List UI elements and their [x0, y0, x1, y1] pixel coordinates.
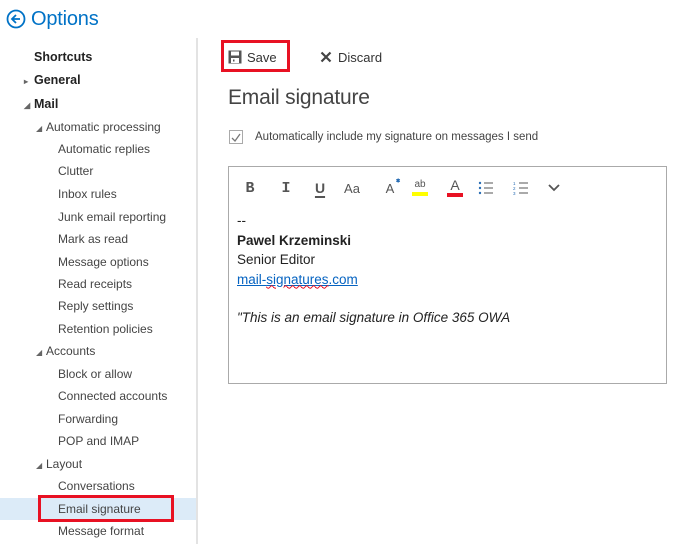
expanded-triangle-icon[interactable]: ◢ — [36, 118, 46, 140]
signature-separator: -- — [237, 213, 246, 228]
sidebar-item-label: Connected accounts — [58, 389, 168, 403]
signature-role: Senior Editor — [237, 252, 316, 267]
expanded-triangle-icon[interactable]: ◢ — [36, 342, 46, 364]
font-color-button[interactable]: A — [442, 175, 468, 201]
sidebar-item-label: Clutter — [58, 164, 94, 178]
sidebar-item-accounts[interactable]: ◢ Accounts — [0, 340, 196, 362]
sidebar-item-automatic-replies[interactable]: Automatic replies — [0, 138, 196, 160]
sidebar-item-shortcuts[interactable]: Shortcuts — [0, 46, 196, 68]
sidebar-scrollbar[interactable] — [196, 38, 198, 544]
highlight-color-bar — [412, 192, 428, 196]
sidebar-item-label: Junk email reporting — [58, 210, 167, 224]
sidebar-item-label: Shortcuts — [34, 50, 93, 64]
font-size-button[interactable]: Aa — [339, 175, 365, 201]
sidebar-item-mail[interactable]: ◢ Mail — [0, 93, 196, 115]
underline-icon: U — [314, 180, 326, 196]
checkmark-icon — [231, 133, 241, 142]
svg-text:3: 3 — [513, 191, 516, 195]
sidebar-item-label: Conversations — [58, 479, 135, 493]
sidebar-item-retention-policies[interactable]: Retention policies — [0, 318, 196, 340]
selected-item-highlight-box — [38, 495, 174, 522]
bullet-list-icon — [478, 181, 493, 195]
sidebar-item-label: Layout — [46, 457, 83, 471]
sidebar-item-mark-as-read[interactable]: Mark as read — [0, 228, 196, 250]
sidebar-item-pop-and-imap[interactable]: POP and IMAP — [0, 430, 196, 452]
signature-content[interactable]: -- Pawel Krzeminski Senior Editor mail-s… — [237, 211, 510, 328]
sidebar-item-label: Accounts — [46, 344, 96, 358]
sidebar-item-message-options[interactable]: Message options — [0, 251, 196, 273]
page-title: Email signature — [228, 86, 370, 109]
bold-icon: B — [245, 179, 255, 197]
signature-quote: "This is an email signature in Office 36… — [237, 310, 511, 325]
grow-shrink-font-button[interactable]: A ▲ ▼ — [377, 175, 403, 201]
sidebar-item-reply-settings[interactable]: Reply settings — [0, 295, 196, 317]
circle-arrow-left-icon[interactable] — [6, 9, 26, 29]
sidebar-item-label: POP and IMAP — [58, 434, 140, 448]
highlighter-icon: ab — [414, 179, 426, 190]
font-size-icon: Aa — [344, 180, 360, 196]
sidebar-item-label: Inbox rules — [58, 187, 117, 201]
expanded-triangle-icon[interactable]: ◢ — [24, 95, 34, 117]
header-title: Options — [31, 7, 99, 30]
sidebar-item-label: Mail — [34, 97, 59, 111]
sidebar-item-connected-accounts[interactable]: Connected accounts — [0, 385, 196, 407]
sidebar-item-clutter[interactable]: Clutter — [0, 160, 196, 182]
bullets-button[interactable] — [473, 175, 499, 201]
sidebar-item-inbox-rules[interactable]: Inbox rules — [0, 183, 196, 205]
x-icon — [320, 51, 332, 63]
underline-button[interactable]: U — [307, 175, 333, 201]
sidebar-item-label: Forwarding — [58, 412, 119, 426]
save-highlight-box — [221, 40, 290, 72]
sidebar-item-message-format[interactable]: Message format — [0, 520, 196, 542]
sidebar-item-label: Automatic replies — [58, 142, 151, 156]
expanded-triangle-icon[interactable]: ◢ — [36, 455, 46, 477]
signature-editor[interactable]: B I U Aa A ▲ ▼ ab A 1 2 3 -- Pawel Krzem… — [228, 166, 667, 384]
auto-include-signature-row[interactable]: Automatically include my signature on me… — [229, 130, 538, 144]
grow-font-icon: A ▲ ▼ — [385, 176, 402, 196]
discard-button[interactable]: Discard — [320, 44, 382, 70]
link-prefix: mail- — [237, 271, 267, 287]
collapsed-triangle-icon[interactable]: ▸ — [24, 71, 34, 93]
discard-label: Discard — [338, 49, 383, 65]
sidebar-item-label: Read receipts — [58, 277, 133, 291]
sidebar-item-general[interactable]: ▸ General — [0, 69, 196, 91]
sidebar-item-label: Automatic processing — [46, 120, 161, 134]
signature-name: Pawel Krzeminski — [237, 232, 352, 248]
sidebar-item-label: Retention policies — [58, 322, 153, 336]
sidebar-item-block-or-allow[interactable]: Block or allow — [0, 363, 196, 385]
sidebar-item-read-receipts[interactable]: Read receipts — [0, 273, 196, 295]
italic-button[interactable]: I — [273, 175, 299, 201]
sidebar-item-label: Message options — [58, 255, 149, 269]
sidebar-item-automatic-processing[interactable]: ◢ Automatic processing — [0, 116, 196, 138]
more-options-button[interactable] — [541, 175, 567, 201]
auto-include-label: Automatically include my signature on me… — [255, 131, 539, 143]
italic-icon: I — [281, 179, 291, 197]
numbering-button[interactable]: 1 2 3 — [508, 175, 534, 201]
sidebar-item-junk-email-reporting[interactable]: Junk email reporting — [0, 206, 196, 228]
sidebar-item-label: Mark as read — [58, 232, 129, 246]
numbered-list-icon: 1 2 3 — [513, 181, 528, 195]
sidebar-item-label: General — [34, 73, 81, 87]
sidebar-item-label: Block or allow — [58, 367, 133, 381]
sidebar-item-layout[interactable]: ◢ Layout — [0, 453, 196, 475]
options-header[interactable]: Options — [6, 6, 99, 32]
sidebar-item-label: Reply settings — [58, 299, 134, 313]
signature-link[interactable]: mail-signatures.com — [237, 270, 510, 290]
format-toolbar: B I U Aa A ▲ ▼ ab A 1 2 3 — [229, 175, 666, 201]
link-suffix: .com — [328, 271, 358, 287]
font-color-icon: A — [450, 177, 460, 193]
sidebar-item-conversations[interactable]: Conversations — [0, 475, 196, 497]
auto-include-checkbox[interactable] — [229, 130, 243, 144]
bold-button[interactable]: B — [237, 175, 263, 201]
font-color-bar — [447, 193, 463, 197]
options-sidebar: Shortcuts ▸ General ◢ Mail ◢ Automatic process… — [0, 38, 196, 544]
sidebar-item-label: Message format — [58, 524, 145, 538]
chevron-down-icon — [548, 184, 560, 192]
spellcheck-word: signatures — [266, 271, 329, 287]
sidebar-item-forwarding[interactable]: Forwarding — [0, 408, 196, 430]
highlight-button[interactable]: ab — [407, 175, 433, 201]
